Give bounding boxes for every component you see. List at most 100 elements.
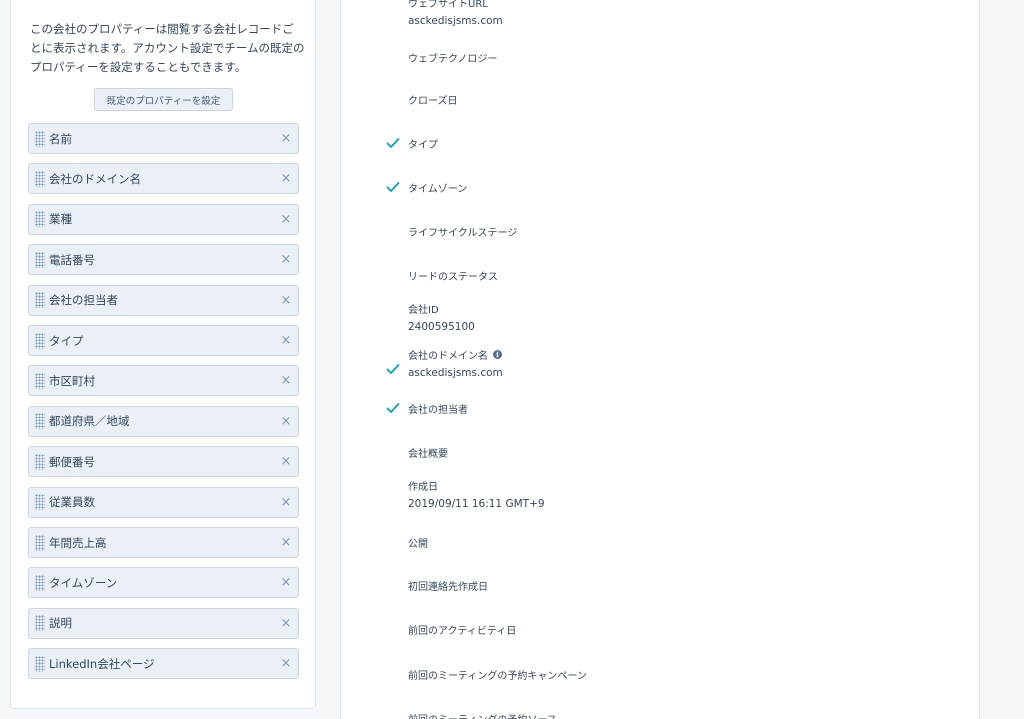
property-field-label: 会社概要 (408, 449, 448, 460)
close-icon[interactable]: × (277, 576, 295, 589)
info-icon[interactable]: i (493, 350, 502, 359)
close-icon[interactable]: × (277, 455, 295, 468)
drag-handle-icon[interactable] (35, 372, 45, 389)
drag-handle-icon[interactable] (35, 211, 45, 228)
selected-property-item[interactable]: 市区町村 × (28, 365, 299, 397)
property-field-label: 前回のミーティングの予約キャンペーン (408, 671, 587, 682)
close-icon[interactable]: × (277, 617, 295, 630)
close-icon[interactable]: × (277, 536, 295, 549)
property-field-label: 作成日 (408, 482, 438, 493)
selected-property-label: 電話番号 (49, 252, 95, 267)
drag-handle-icon[interactable] (35, 574, 45, 591)
property-field-label: 前回のミーティングの予約ソース (408, 711, 557, 719)
selected-property-item[interactable]: 説明 × (28, 607, 299, 639)
property-field-label: 会社のドメイン名 i (408, 347, 503, 362)
selected-property-label: 説明 (49, 616, 72, 631)
check-icon (386, 182, 400, 192)
selected-property-label: 業種 (49, 212, 72, 227)
property-field-label: 初回連絡先作成日 (408, 582, 488, 593)
close-icon[interactable]: × (277, 374, 295, 387)
close-icon[interactable]: × (277, 132, 295, 145)
property-field-label: ウェブテクノロジー (408, 54, 498, 65)
property-field[interactable]: タイプ (408, 136, 438, 151)
property-field[interactable]: 前回のミーティングの予約キャンペーン (408, 667, 587, 682)
property-field[interactable]: 前回のミーティングの予約ソース (408, 711, 557, 719)
drag-handle-icon[interactable] (35, 251, 45, 268)
close-icon[interactable]: × (277, 294, 295, 307)
property-field[interactable]: 作成日 2019/09/11 16:11 GMT+9 (408, 478, 545, 510)
property-field[interactable]: ライフサイクルステージ (408, 224, 517, 239)
set-default-properties-button[interactable]: 既定のプロパティーを設定 (94, 88, 233, 111)
drag-handle-icon[interactable] (35, 494, 45, 511)
property-field[interactable]: 会社ID 2400595100 (408, 301, 475, 333)
selected-property-label: 郵便番号 (49, 454, 95, 469)
selected-property-label: 名前 (49, 131, 72, 146)
property-field-label: クローズ日 (408, 96, 458, 107)
selected-property-item[interactable]: 郵便番号 × (28, 446, 299, 478)
selected-property-label: タイムゾーン (49, 575, 118, 590)
close-icon[interactable]: × (277, 657, 295, 670)
selected-property-item[interactable]: 名前 × (28, 123, 299, 154)
property-field-label: 会社の担当者 (408, 405, 468, 416)
drag-handle-icon[interactable] (35, 292, 45, 309)
close-icon[interactable]: × (277, 415, 295, 428)
drag-handle-icon[interactable] (35, 655, 45, 672)
property-field-value: 2019/09/11 16:11 GMT+9 (408, 498, 545, 510)
property-field[interactable]: 公開 (408, 535, 428, 550)
close-icon[interactable]: × (277, 253, 295, 266)
property-field-label: 会社ID (408, 305, 439, 316)
property-field-label: 前回のアクティビティ日 (408, 626, 517, 637)
check-icon (386, 138, 400, 148)
drag-handle-icon[interactable] (35, 453, 45, 470)
property-field[interactable]: 初回連絡先作成日 (408, 578, 488, 593)
property-field-label: タイプ (408, 140, 438, 151)
property-field[interactable]: ウェブテクノロジー (408, 50, 497, 65)
selected-property-label: タイプ (49, 333, 84, 348)
drag-handle-icon[interactable] (35, 332, 45, 349)
selected-property-label: 会社のドメイン名 (49, 171, 141, 186)
selected-property-item[interactable]: タイプ × (28, 325, 299, 356)
drag-handle-icon[interactable] (35, 615, 45, 632)
selected-property-label: LinkedIn会社ページ (49, 656, 155, 671)
property-field-label: 公開 (408, 539, 428, 550)
property-field-value: asckedisjsms.com (408, 15, 503, 27)
selected-property-label: 年間売上高 (49, 535, 107, 550)
drag-handle-icon[interactable] (35, 413, 45, 430)
selected-property-item[interactable]: 電話番号 × (28, 244, 299, 276)
selected-property-item[interactable]: 従業員数 × (28, 486, 299, 518)
selected-property-item[interactable]: タイムゾーン × (28, 567, 299, 599)
check-icon (386, 403, 400, 413)
drag-handle-icon[interactable] (35, 170, 45, 187)
close-icon[interactable]: × (277, 213, 295, 226)
property-field[interactable]: 会社概要 (408, 445, 448, 460)
selected-property-item[interactable]: 業種 × (28, 203, 299, 235)
close-icon[interactable]: × (277, 334, 295, 347)
drag-handle-icon[interactable] (35, 130, 45, 147)
property-field-label: タイムゾーン (408, 184, 468, 195)
selected-property-label: 会社の担当者 (49, 293, 118, 308)
selected-property-item[interactable]: LinkedIn会社ページ × (28, 648, 299, 680)
property-field[interactable]: 会社のドメイン名 i asckedisjsms.com (408, 347, 503, 379)
close-icon[interactable]: × (277, 496, 295, 509)
selected-property-item[interactable]: 会社の担当者 × (28, 284, 299, 316)
selected-property-item[interactable]: 年間売上高 × (28, 527, 299, 558)
property-field[interactable]: 会社の担当者 (408, 401, 468, 416)
selected-property-label: 従業員数 (49, 495, 95, 510)
close-icon[interactable]: × (277, 172, 295, 185)
selected-property-item[interactable]: 会社のドメイン名 × (28, 163, 299, 195)
property-checklist-panel: ウェブサイトURL asckedisjsms.com ウェブテクノロジー クローズ日タ… (340, 0, 980, 719)
property-field[interactable]: クローズ日 (408, 92, 458, 107)
property-field[interactable]: ウェブサイトURL asckedisjsms.com (408, 0, 503, 27)
property-field-label: リードのステータス (408, 272, 498, 283)
property-field-value: 2400595100 (408, 321, 475, 333)
property-field-label: ライフサイクルステージ (408, 228, 518, 239)
property-field-value: asckedisjsms.com (408, 367, 503, 379)
property-field[interactable]: リードのステータス (408, 268, 498, 283)
drag-handle-icon[interactable] (35, 534, 45, 551)
property-field[interactable]: タイムゾーン (408, 180, 467, 195)
selected-property-label: 都道府県／地域 (49, 414, 130, 429)
selected-property-label: 市区町村 (49, 373, 95, 388)
property-field[interactable]: 前回のアクティビティ日 (408, 622, 516, 637)
help-text: この会社のプロパティーは閲覧する会社レコードごとに表示されます。アカウント設定で… (30, 22, 305, 74)
selected-property-item[interactable]: 都道府県／地域 × (28, 405, 299, 437)
